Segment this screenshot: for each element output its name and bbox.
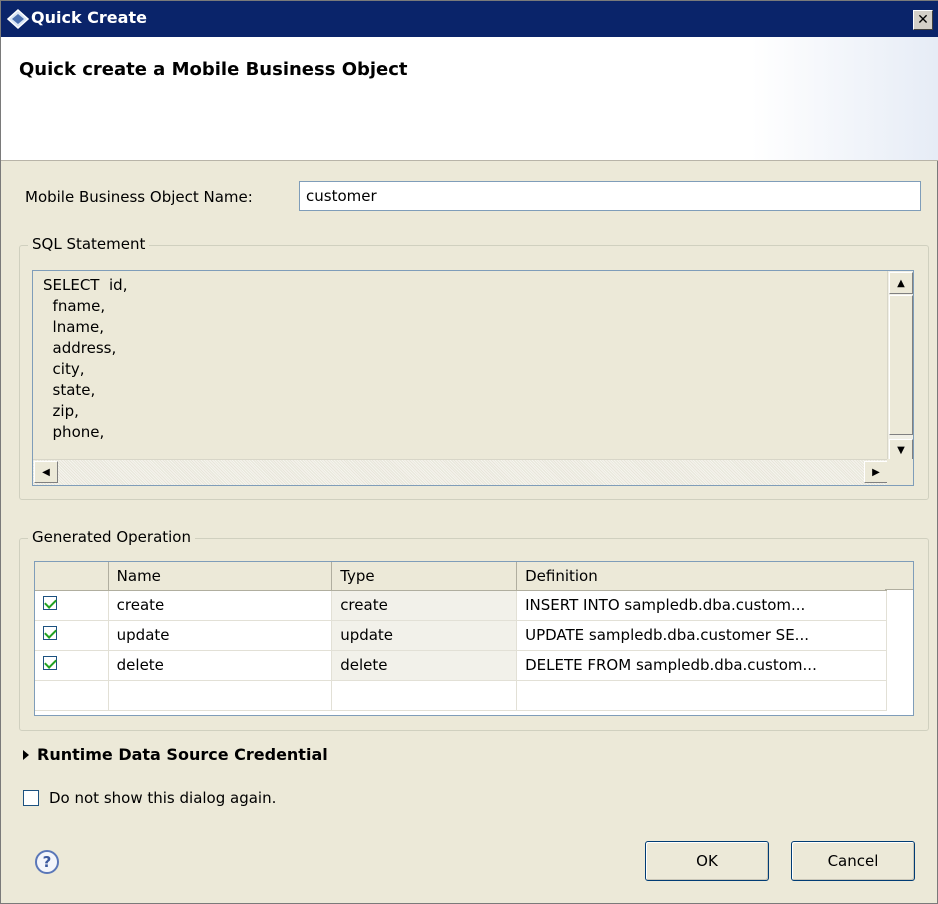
scroll-corner (887, 459, 913, 485)
sql-line: address, (43, 339, 117, 357)
empty-cell (331, 680, 518, 711)
horizontal-scrollbar[interactable]: ◀ ▶ (33, 459, 889, 485)
table-row-empty (35, 680, 887, 711)
operation-type[interactable]: create (331, 590, 518, 621)
scroll-up-button[interactable]: ▲ (889, 272, 913, 294)
scroll-right-button[interactable]: ▶ (864, 461, 888, 483)
quick-create-dialog: Quick Create ✕ Quick create a Mobile Bus… (0, 0, 938, 904)
arrow-up-icon: ▲ (897, 277, 905, 289)
operation-type[interactable]: update (331, 620, 518, 651)
sql-line: state, (43, 381, 96, 399)
sql-line: phone, (43, 423, 105, 441)
sql-textarea[interactable]: SELECT id, fname, lname, address, city, … (32, 270, 914, 486)
checkbox[interactable] (43, 626, 57, 640)
sql-legend: SQL Statement (28, 235, 150, 253)
sql-line: fname, (43, 297, 106, 315)
close-button[interactable]: ✕ (913, 10, 933, 30)
column-header-type[interactable]: Type (331, 562, 518, 591)
cancel-button[interactable]: Cancel (791, 841, 915, 881)
checkbox[interactable] (43, 656, 57, 670)
close-icon: ✕ (917, 12, 929, 28)
scroll-thumb[interactable] (889, 295, 913, 435)
empty-cell (108, 680, 333, 711)
operation-name[interactable]: delete (108, 650, 333, 681)
sql-line: city, (43, 360, 85, 378)
sql-line: lname, (43, 318, 105, 336)
operation-type[interactable]: delete (331, 650, 518, 681)
operation-name[interactable]: create (108, 590, 333, 621)
help-icon[interactable]: ? (35, 850, 59, 874)
dont-show-label: Do not show this dialog again. (49, 789, 277, 807)
table-header-row: Name Type Definition (35, 562, 887, 591)
title-bar[interactable]: Quick Create ✕ (1, 1, 938, 37)
column-header-name[interactable]: Name (108, 562, 333, 591)
sql-text: SELECT id, fname, lname, address, city, … (43, 275, 127, 443)
row-checkbox-cell (35, 650, 109, 681)
scroll-down-button[interactable]: ▼ (889, 439, 913, 461)
arrow-left-icon: ◀ (42, 466, 50, 478)
dont-show-option[interactable]: Do not show this dialog again. (23, 789, 276, 807)
table-header-filler (885, 562, 913, 590)
column-header-definition[interactable]: Definition (516, 562, 887, 591)
arrow-right-icon: ▶ (872, 466, 880, 478)
runtime-credential-toggle[interactable]: Runtime Data Source Credential (23, 745, 328, 764)
window-title: Quick Create (31, 8, 147, 27)
operation-legend: Generated Operation (28, 528, 195, 546)
checkbox[interactable] (43, 596, 57, 610)
app-icon (7, 9, 29, 29)
expand-triangle-icon (23, 749, 29, 760)
ok-button[interactable]: OK (645, 841, 769, 881)
sql-statement-group: SQL Statement SELECT id, fname, lname, a… (19, 235, 929, 500)
sql-line: zip, (43, 402, 79, 420)
empty-cell (516, 680, 887, 711)
scroll-left-button[interactable]: ◀ (34, 461, 58, 483)
row-checkbox-cell (35, 590, 109, 621)
operation-definition[interactable]: DELETE FROM sampledb.dba.custom... (516, 650, 887, 681)
sql-line: SELECT id, (43, 276, 128, 294)
vertical-scrollbar[interactable]: ▲ ▼ (887, 271, 913, 461)
operations-table: Name Type Definition create create INSER… (34, 561, 914, 716)
page-title: Quick create a Mobile Business Object (19, 59, 408, 80)
operation-name[interactable]: update (108, 620, 333, 651)
empty-cell (35, 680, 109, 711)
name-label: Mobile Business Object Name: (25, 188, 253, 206)
row-checkbox-cell (35, 620, 109, 651)
arrow-down-icon: ▼ (897, 444, 905, 456)
table-row[interactable]: create create INSERT INTO sampledb.dba.c… (35, 590, 887, 621)
header-banner: Quick create a Mobile Business Object (1, 37, 938, 161)
table-row[interactable]: delete delete DELETE FROM sampledb.dba.c… (35, 650, 887, 681)
name-input[interactable] (299, 181, 921, 211)
generated-operation-group: Generated Operation Name Type Definition… (19, 528, 929, 731)
operation-definition[interactable]: UPDATE sampledb.dba.customer SE... (516, 620, 887, 651)
table-row[interactable]: update update UPDATE sampledb.dba.custom… (35, 620, 887, 651)
dont-show-checkbox[interactable] (23, 790, 39, 806)
column-header-check[interactable] (35, 562, 109, 591)
operation-definition[interactable]: INSERT INTO sampledb.dba.custom... (516, 590, 887, 621)
runtime-credential-label: Runtime Data Source Credential (37, 745, 328, 764)
